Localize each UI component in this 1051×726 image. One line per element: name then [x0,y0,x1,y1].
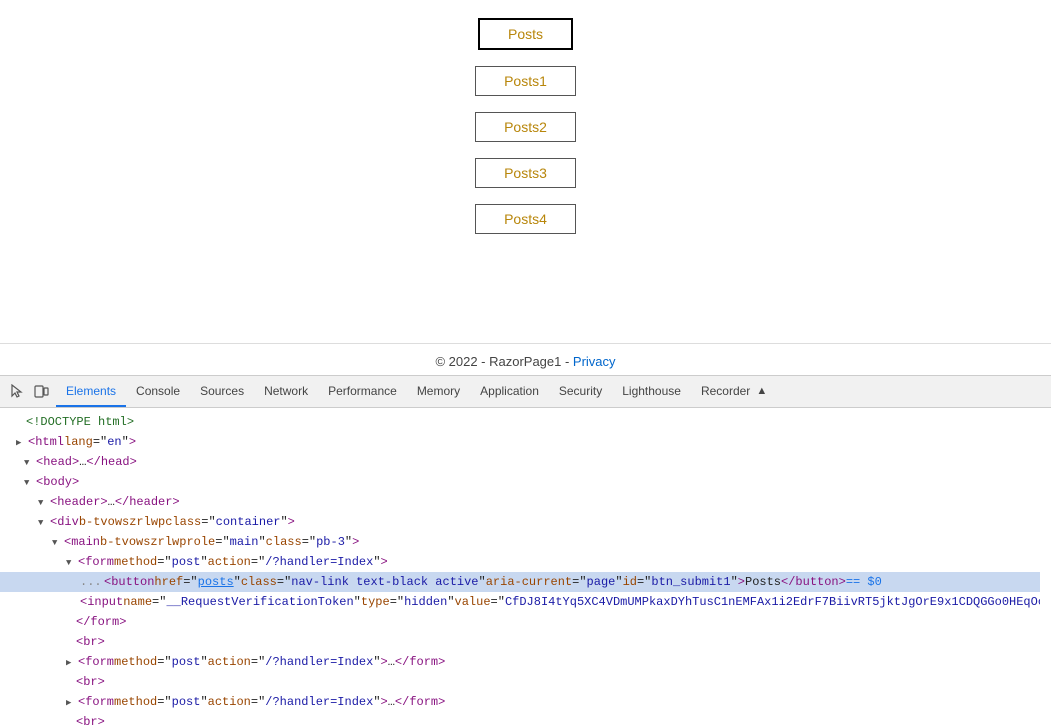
posts4-button[interactable]: Posts4 [475,204,576,234]
arrow-body[interactable] [24,473,34,491]
code-line-form2: <form method="post" action="/?handler=In… [0,652,1051,672]
code-line-form3: <form method="post" action="/?handler=In… [0,692,1051,712]
element-picker-button[interactable] [6,381,28,403]
arrow-head[interactable] [24,453,34,471]
code-line-doctype: <!DOCTYPE html> [0,412,1051,432]
tab-lighthouse[interactable]: Lighthouse [612,376,691,407]
tab-network[interactable]: Network [254,376,318,407]
devtools-toolbar: Elements Console Sources Network Perform… [0,376,1051,408]
privacy-link[interactable]: Privacy [573,354,616,369]
code-line-form-close: </form> [0,612,1051,632]
code-line-head: <head>…</head> [0,452,1051,472]
code-line-html: <html lang="en"> [0,432,1051,452]
devtools-panel: Elements Console Sources Network Perform… [0,375,1051,726]
tab-application[interactable]: Application [470,376,549,407]
arrow-div-container[interactable] [38,513,48,531]
code-line-form: <form method="post" action="/?handler=In… [0,552,1051,572]
tab-security[interactable]: Security [549,376,612,407]
page-footer: © 2022 - RazorPage1 - Privacy [0,343,1051,375]
code-line-header: <header>…</header> [0,492,1051,512]
arrow-form2[interactable] [66,653,76,671]
code-line-button-highlighted[interactable]: ... <button href="posts" class="nav-link… [0,572,1040,592]
arrow-form3[interactable] [66,693,76,711]
tab-elements[interactable]: Elements [56,376,126,407]
recorder-label: Recorder [701,384,750,398]
posts3-button[interactable]: Posts3 [475,158,576,188]
tab-console[interactable]: Console [126,376,190,407]
code-line-br3: <br> [0,712,1051,726]
arrow-form[interactable] [66,553,76,571]
code-line-input: <input name="__RequestVerificationToken"… [0,592,1040,612]
code-line-main: <main b-tvowszrlwp role="main" class="pb… [0,532,1051,552]
devtools-elements-panel[interactable]: <!DOCTYPE html> <html lang="en"> <head>…… [0,408,1051,726]
posts2-button[interactable]: Posts2 [475,112,576,142]
posts1-button[interactable]: Posts1 [475,66,576,96]
device-toggle-button[interactable] [30,381,52,403]
footer-text: © 2022 - RazorPage1 - [435,354,572,369]
tab-performance[interactable]: Performance [318,376,407,407]
code-line-br1: <br> [0,632,1051,652]
code-line-div-container: <div b-tvowszrlwp class="container"> [0,512,1051,532]
tab-memory[interactable]: Memory [407,376,470,407]
tab-recorder[interactable]: Recorder ▲ [691,376,777,407]
arrow-html[interactable] [16,433,26,451]
device-icon [33,384,49,400]
page-content: Posts Posts1 Posts2 Posts3 Posts4 © 2022… [0,0,1051,375]
arrow-header[interactable] [38,493,48,511]
recorder-icon: ▲ [756,385,767,397]
devtools-tabs: Elements Console Sources Network Perform… [56,376,777,407]
code-line-body-open: <body> [0,472,1051,492]
posts-button[interactable]: Posts [478,18,573,50]
cursor-icon [9,384,25,400]
ellipsis-marker: ... [80,573,96,591]
code-line-br2: <br> [0,672,1051,692]
arrow-main[interactable] [52,533,62,551]
tab-sources[interactable]: Sources [190,376,254,407]
